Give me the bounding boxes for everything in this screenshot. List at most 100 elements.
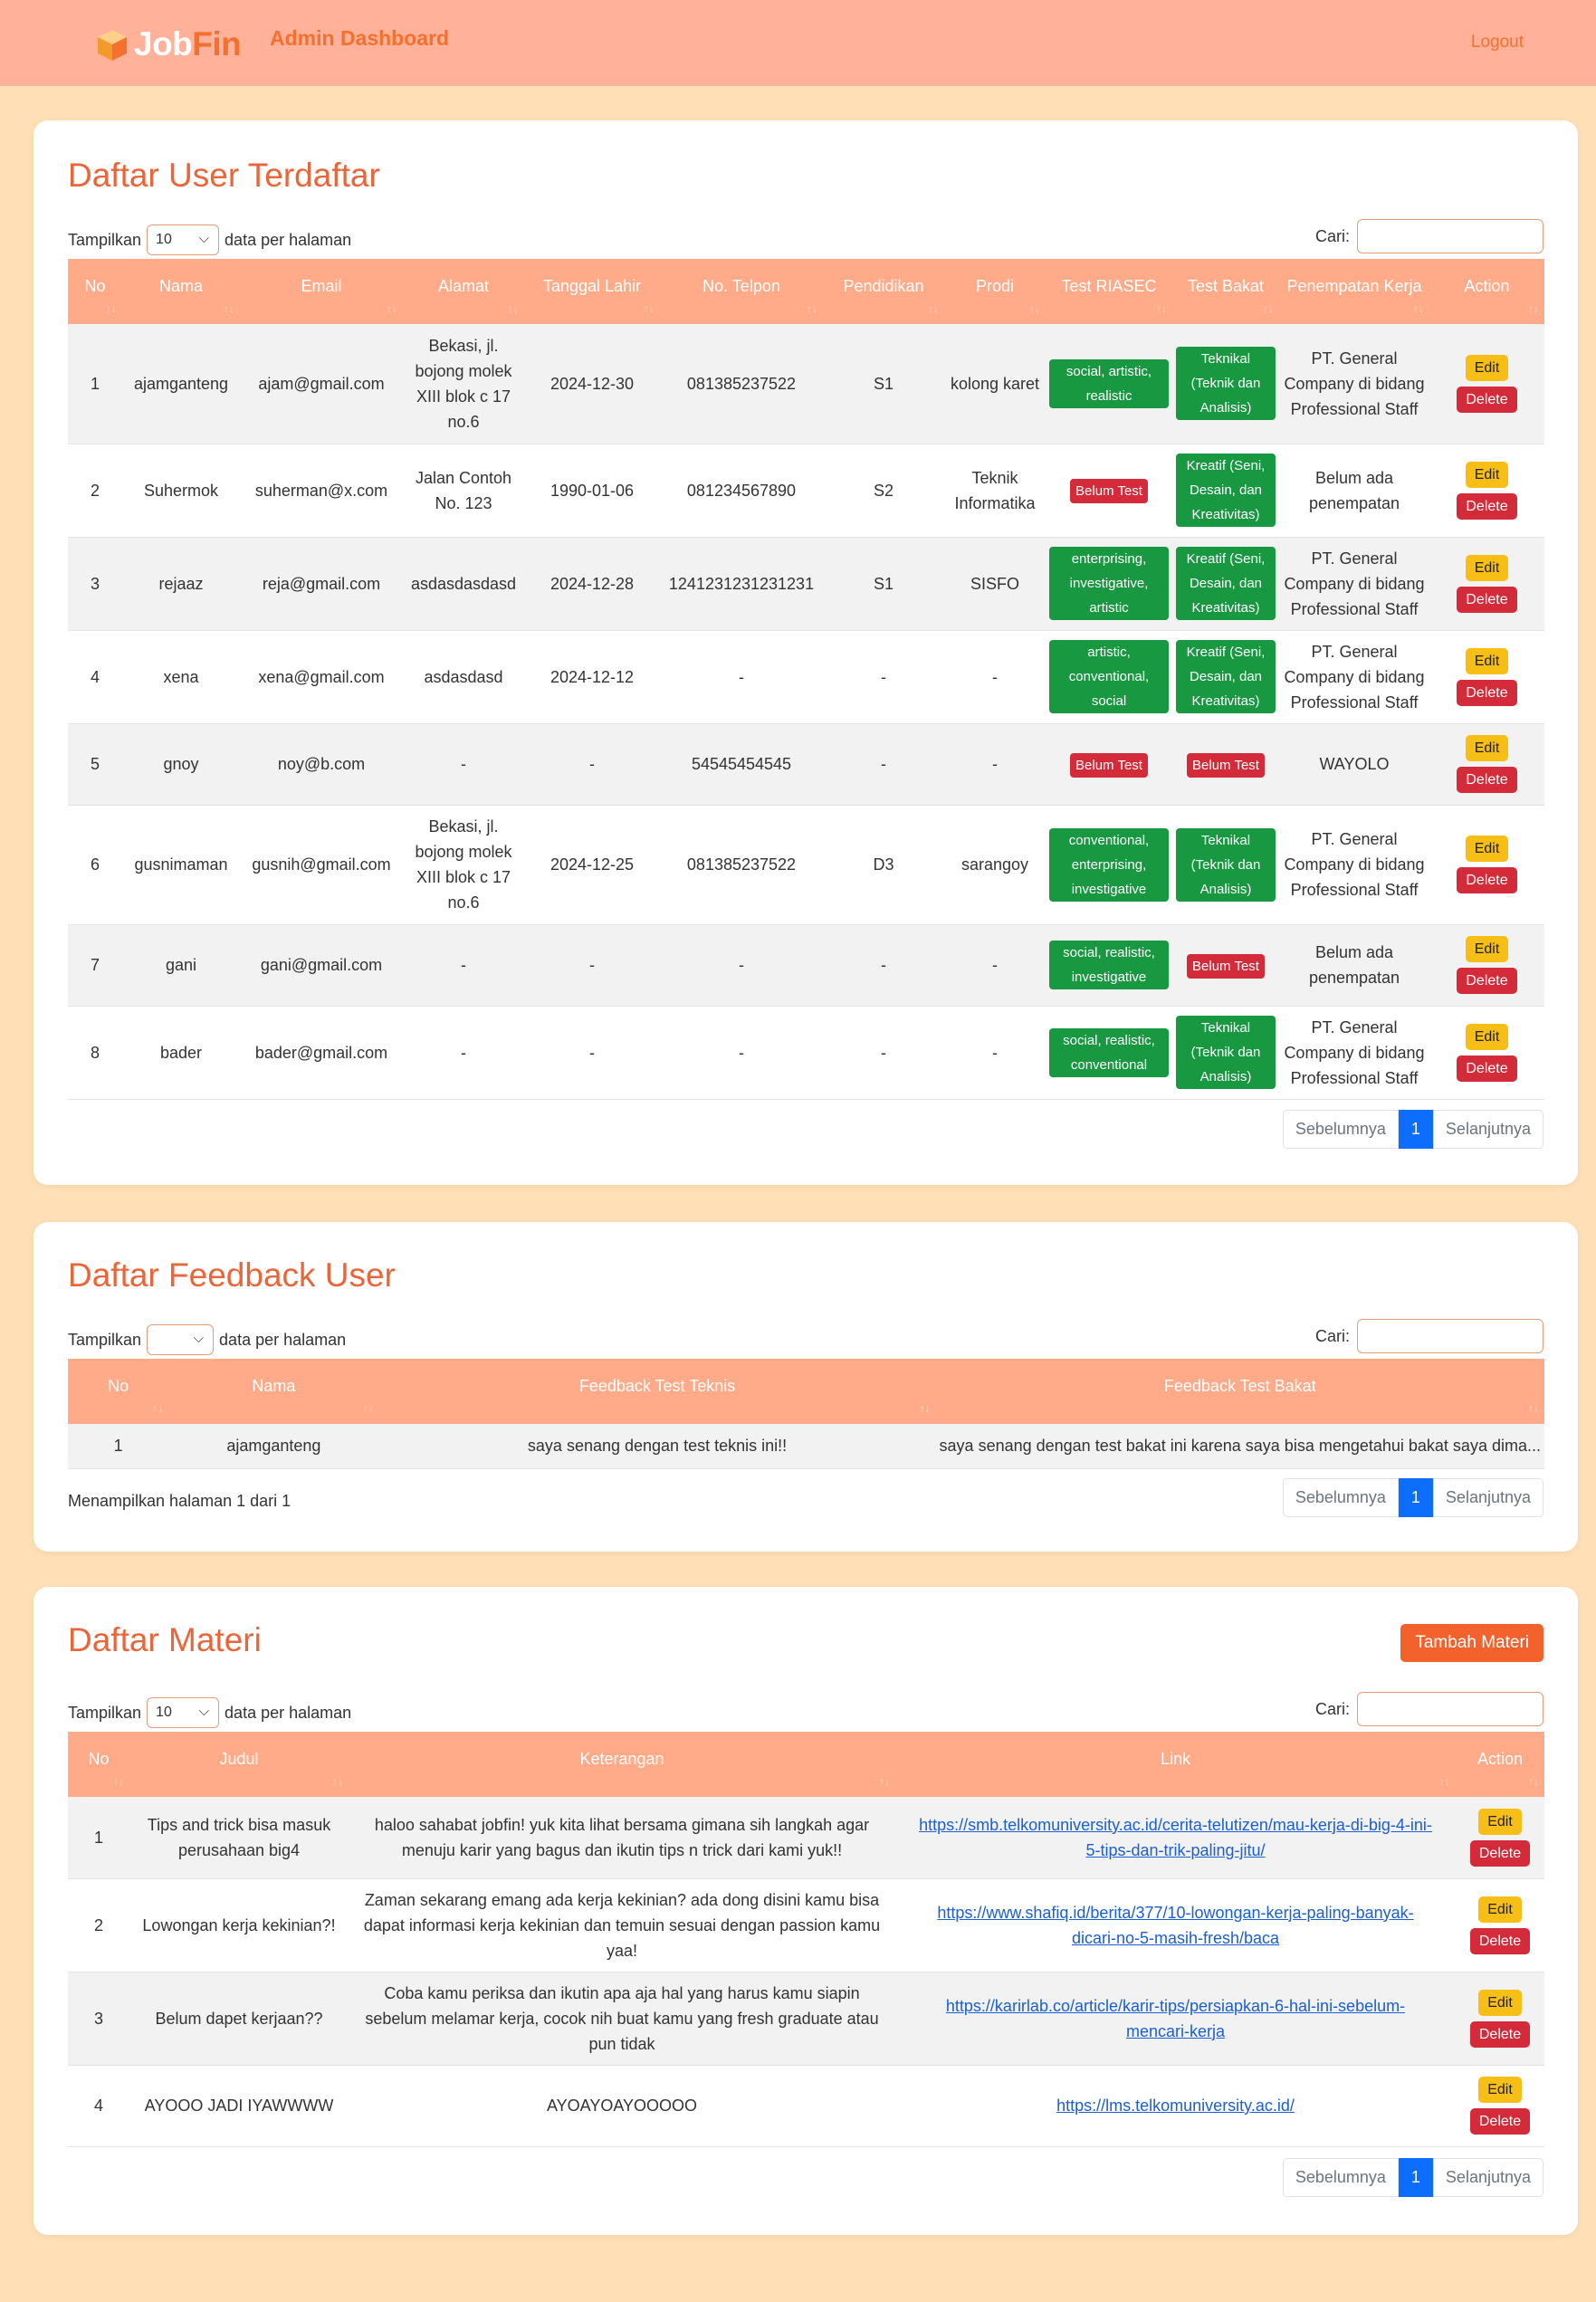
delete-button[interactable]: Delete xyxy=(1469,1839,1531,1867)
delete-button[interactable]: Delete xyxy=(1457,586,1517,613)
cell-riasec: enterprising, investigative, artistic xyxy=(1046,537,1172,630)
next-button[interactable]: Selanjutnya xyxy=(1432,2158,1543,2197)
action-cell: Edit Delete xyxy=(1429,324,1544,444)
search-input[interactable] xyxy=(1357,1319,1543,1353)
cell-prodi: Teknik Informatika xyxy=(944,444,1046,537)
edit-button[interactable]: Edit xyxy=(1465,735,1509,761)
edit-button[interactable]: Edit xyxy=(1465,461,1509,488)
cell-bakat: Belum Test xyxy=(1172,723,1279,805)
column-header[interactable]: No ↑↓ xyxy=(68,259,122,324)
edit-button[interactable]: Edit xyxy=(1478,1808,1522,1835)
edit-button[interactable]: Edit xyxy=(1478,1896,1522,1923)
cell-prodi: - xyxy=(944,723,1046,805)
column-header[interactable]: Nama ↑↓ xyxy=(168,1359,379,1424)
sort-arrows-icon: ↑↓ xyxy=(879,1775,890,1788)
delete-button[interactable]: Delete xyxy=(1457,1055,1517,1082)
prev-button[interactable]: Sebelumnya xyxy=(1282,1110,1399,1149)
page-size-select[interactable]: 10 ⌵ xyxy=(147,224,220,255)
delete-button[interactable]: Delete xyxy=(1457,679,1517,706)
column-header-label: Nama xyxy=(252,1377,296,1395)
prev-button[interactable]: Sebelumnya xyxy=(1282,2158,1399,2197)
page-size-select[interactable]: 10 ⌵ xyxy=(147,1697,220,1728)
sort-arrows-icon: ↑↓ xyxy=(508,302,519,315)
edit-button[interactable]: Edit xyxy=(1465,554,1509,581)
delete-button[interactable]: Delete xyxy=(1457,867,1517,893)
edit-button[interactable]: Edit xyxy=(1465,354,1509,381)
edit-button[interactable]: Edit xyxy=(1465,1023,1509,1050)
search-input[interactable] xyxy=(1357,1692,1543,1726)
column-header[interactable]: Penempatan Kerja ↑↓ xyxy=(1279,259,1429,324)
chevron-down-icon: ⌵ xyxy=(193,1331,205,1346)
cell-bakat: Kreatif (Seni, Desain, dan Kreativitas) xyxy=(1172,630,1279,723)
next-button[interactable]: Selanjutnya xyxy=(1432,1110,1543,1149)
delete-button[interactable]: Delete xyxy=(1457,968,1517,994)
cell-prodi: sarangoy xyxy=(944,805,1046,924)
column-header[interactable]: No ↑↓ xyxy=(68,1732,129,1797)
cell-riasec-badge: Belum Test xyxy=(1070,479,1148,503)
column-header[interactable]: Action ↑↓ xyxy=(1456,1732,1544,1797)
cell-tanggal-lahir: - xyxy=(524,723,660,805)
column-header[interactable]: Nama ↑↓ xyxy=(122,259,240,324)
delete-button[interactable]: Delete xyxy=(1457,767,1517,793)
cell-alamat: asdasdasdasd xyxy=(403,537,524,630)
materi-link[interactable]: https://www.shafiq.id/berita/377/10-lowo… xyxy=(937,1904,1413,1947)
search-label: Cari: xyxy=(1314,1699,1350,1718)
action-cell: Edit Delete xyxy=(1429,630,1544,723)
cell-no: 4 xyxy=(68,630,122,723)
column-header[interactable]: Prodi ↑↓ xyxy=(944,259,1046,324)
column-header-label: Alamat xyxy=(437,277,490,295)
page-1-button[interactable]: 1 xyxy=(1398,2158,1433,2197)
materi-link[interactable]: https://lms.telkomuniversity.ac.id/ xyxy=(1056,2097,1295,2115)
cell-tanggal-lahir: 2024-12-28 xyxy=(524,537,660,630)
page-size-select[interactable]: ⌵ xyxy=(147,1324,215,1355)
delete-button[interactable]: Delete xyxy=(1469,1927,1531,1954)
column-header[interactable]: Feedback Test Bakat ↑↓ xyxy=(935,1359,1544,1424)
column-header[interactable]: Feedback Test Teknis ↑↓ xyxy=(378,1359,936,1424)
column-header[interactable]: No ↑↓ xyxy=(68,1359,169,1424)
edit-button[interactable]: Edit xyxy=(1478,1989,1522,2016)
column-header[interactable]: Test Bakat ↑↓ xyxy=(1172,259,1279,324)
column-header[interactable]: Link ↑↓ xyxy=(895,1732,1456,1797)
logout-link[interactable]: Logout xyxy=(1471,33,1524,53)
cell-bakat: Teknikal (Teknik dan Analisis) xyxy=(1172,805,1279,924)
column-header[interactable]: Alamat ↑↓ xyxy=(403,259,524,324)
action-cell: Edit Delete xyxy=(1429,537,1544,630)
edit-button[interactable]: Edit xyxy=(1465,936,1509,962)
materi-link[interactable]: https://karirlab.co/article/karir-tips/p… xyxy=(946,1997,1405,2040)
page-1-button[interactable]: 1 xyxy=(1398,1478,1433,1517)
cell-tanggal-lahir: - xyxy=(524,1006,660,1099)
delete-button[interactable]: Delete xyxy=(1457,492,1517,520)
materi-link[interactable]: https://smb.telkomuniversity.ac.id/cerit… xyxy=(919,1816,1432,1859)
action-cell: Edit Delete xyxy=(1429,723,1544,805)
delete-button[interactable]: Delete xyxy=(1469,2020,1531,2048)
cell-alamat: Bekasi, jl. bojong molek XIII blok c 17 … xyxy=(403,324,524,444)
search-input[interactable] xyxy=(1357,219,1543,253)
cell-feedback-teknis: saya senang dengan test teknis ini!! xyxy=(378,1424,936,1468)
next-button[interactable]: Selanjutnya xyxy=(1432,1478,1543,1517)
column-header[interactable]: No. Telpon ↑↓ xyxy=(660,259,823,324)
cell-no: 1 xyxy=(68,1797,129,1878)
column-header[interactable]: Test RIASEC ↑↓ xyxy=(1046,259,1172,324)
sort-arrows-icon: ↑↓ xyxy=(1263,302,1274,315)
brand-logo[interactable]: JobFin xyxy=(94,25,242,63)
column-header[interactable]: Action ↑↓ xyxy=(1429,259,1544,324)
cell-telpon: 081385237522 xyxy=(660,324,823,444)
prev-button[interactable]: Sebelumnya xyxy=(1282,1478,1399,1517)
column-header-label: Email xyxy=(301,277,342,295)
cell-alamat: Bekasi, jl. bojong molek XIII blok c 17 … xyxy=(403,805,524,924)
delete-button[interactable]: Delete xyxy=(1457,386,1517,413)
column-header[interactable]: Judul ↑↓ xyxy=(129,1732,349,1797)
edit-button[interactable]: Edit xyxy=(1478,2077,1522,2103)
edit-button[interactable]: Edit xyxy=(1465,836,1509,862)
column-header[interactable]: Email ↑↓ xyxy=(240,259,403,324)
column-header[interactable]: Pendidikan ↑↓ xyxy=(823,259,944,324)
edit-button[interactable]: Edit xyxy=(1465,647,1509,674)
action-cell: Edit Delete xyxy=(1456,1972,1544,2065)
column-header[interactable]: Keterangan ↑↓ xyxy=(349,1732,895,1797)
cell-feedback-bakat: saya senang dengan test bakat ini karena… xyxy=(935,1424,1544,1468)
page-1-button[interactable]: 1 xyxy=(1398,1110,1433,1149)
cell-keterangan: Zaman sekarang emang ada kerja kekinian?… xyxy=(349,1878,895,1972)
delete-button[interactable]: Delete xyxy=(1469,2108,1531,2135)
add-materi-button[interactable]: Tambah Materi xyxy=(1400,1624,1543,1662)
column-header[interactable]: Tanggal Lahir ↑↓ xyxy=(524,259,660,324)
